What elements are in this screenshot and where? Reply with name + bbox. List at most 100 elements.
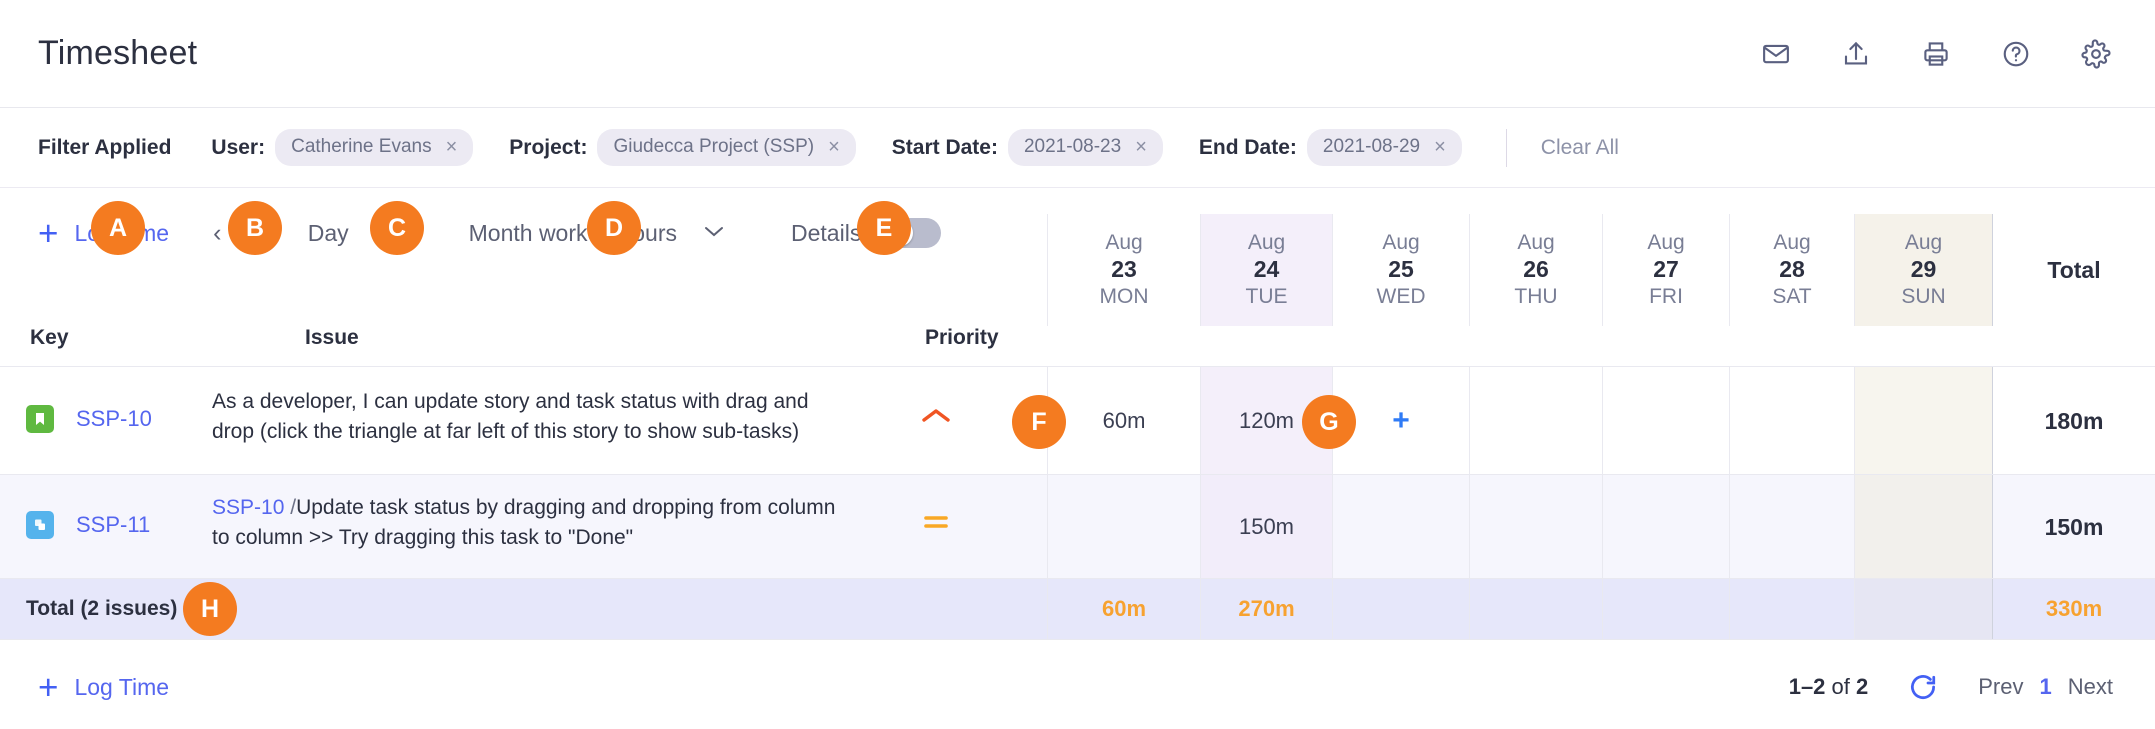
close-icon[interactable]: ×: [1135, 137, 1147, 157]
issue-key-link[interactable]: SSP-11: [76, 512, 150, 538]
day-header-4[interactable]: Aug 27 FRI: [1602, 214, 1729, 326]
help-icon[interactable]: [1999, 37, 2033, 71]
column-header-priority: Priority: [925, 326, 999, 350]
day-weekday: SAT: [1772, 285, 1811, 310]
filter-project-chip[interactable]: Giudecca Project (SSP) ×: [597, 129, 855, 166]
row-issue-cell: As a developer, I can update story and t…: [212, 387, 852, 447]
time-cell[interactable]: [1469, 475, 1602, 579]
day-weekday: THU: [1514, 285, 1557, 310]
upload-icon[interactable]: [1839, 37, 1873, 71]
day-weekday: MON: [1100, 285, 1149, 310]
pagination-range: 1–2: [1789, 674, 1826, 699]
annotation-badge-h: H: [183, 582, 237, 636]
refresh-icon[interactable]: [1908, 672, 1938, 702]
close-icon[interactable]: ×: [446, 137, 458, 157]
pagination-prev[interactable]: Prev: [1978, 674, 2023, 700]
pagination-page-1[interactable]: 1: [2040, 674, 2052, 700]
time-cell[interactable]: [1047, 475, 1200, 579]
filter-start-date-label: Start Date:: [892, 136, 998, 160]
day-header-2[interactable]: Aug 25 WED: [1332, 214, 1469, 326]
table-row[interactable]: SSP-11 SSP-10 /Update task status by dra…: [0, 475, 2155, 579]
column-header-issue: Issue: [305, 326, 359, 350]
filter-bar: Filter Applied User: Catherine Evans × P…: [0, 108, 2155, 188]
grand-total: 330m: [1992, 579, 2155, 639]
day-number: 28: [1779, 255, 1805, 284]
total-day-cell: [1469, 579, 1602, 639]
plus-icon: +: [38, 670, 58, 705]
time-cell[interactable]: 60m: [1047, 367, 1200, 475]
subtask-icon: [26, 511, 54, 539]
close-icon[interactable]: ×: [1434, 137, 1446, 157]
time-cell[interactable]: [1602, 367, 1729, 475]
time-cell[interactable]: [1602, 475, 1729, 579]
time-cell[interactable]: [1729, 367, 1854, 475]
day-weekday: FRI: [1649, 285, 1683, 310]
filter-applied-label: Filter Applied: [38, 136, 171, 160]
day-header-6[interactable]: Aug 29 SUN: [1854, 214, 1992, 326]
app-header: Timesheet: [0, 0, 2155, 108]
total-column-header: Total: [1992, 214, 2155, 326]
time-cell[interactable]: [1332, 475, 1469, 579]
filter-user-value: Catherine Evans: [291, 136, 431, 158]
filter-start-date-value: 2021-08-23: [1024, 136, 1121, 158]
totals-row: Total (2 issues) 60m 270m 330m: [0, 579, 2155, 639]
pagination-nav: Prev 1 Next: [1978, 674, 2113, 700]
row-key-cell: SSP-10: [26, 405, 152, 433]
filter-project-label: Project:: [509, 136, 587, 160]
day-header-0[interactable]: Aug 23 MON: [1047, 214, 1200, 326]
table-row[interactable]: SSP-10 As a developer, I can update stor…: [0, 367, 2155, 475]
time-cell[interactable]: 150m: [1200, 475, 1332, 579]
time-cell[interactable]: [1469, 367, 1602, 475]
timesheet-page: Timesheet: [0, 0, 2155, 729]
plus-icon[interactable]: +: [1392, 406, 1410, 436]
annotation-badge-a: A: [91, 201, 145, 255]
day-header-1[interactable]: Aug 24 TUE: [1200, 214, 1332, 326]
day-number: 27: [1653, 255, 1679, 284]
log-time-button-bottom[interactable]: + Log Time: [38, 670, 169, 705]
filter-end-date: End Date: 2021-08-29 ×: [1199, 129, 1462, 166]
table-column-headers: Key Issue Priority: [0, 326, 1047, 366]
annotation-badge-c: C: [370, 201, 424, 255]
annotation-badge-d: D: [587, 201, 641, 255]
annotation-badge-b: B: [228, 201, 282, 255]
mail-icon[interactable]: [1759, 37, 1793, 71]
time-cell[interactable]: [1729, 475, 1854, 579]
gear-icon[interactable]: [2079, 37, 2113, 71]
close-icon[interactable]: ×: [828, 137, 840, 157]
day-month: Aug: [1248, 231, 1285, 256]
day-number: 23: [1111, 255, 1137, 284]
print-icon[interactable]: [1919, 37, 1953, 71]
annotation-badge-g: G: [1302, 395, 1356, 449]
total-day-cell: 60m: [1047, 579, 1200, 639]
filter-divider: [1506, 129, 1507, 167]
row-issue-cell: SSP-10 /Update task status by dragging a…: [212, 493, 852, 553]
time-cell[interactable]: [1854, 367, 1992, 475]
row-divider: [0, 639, 2155, 640]
annotation-badge-e: E: [857, 201, 911, 255]
day-weekday: TUE: [1246, 285, 1288, 310]
day-header-3[interactable]: Aug 26 THU: [1469, 214, 1602, 326]
issue-summary: As a developer, I can update story and t…: [212, 390, 809, 443]
filter-start-date-chip[interactable]: 2021-08-23 ×: [1008, 129, 1163, 166]
filter-user-chip[interactable]: Catherine Evans ×: [275, 129, 473, 166]
priority-high-icon: [906, 405, 966, 427]
footer: + Log Time 1–2 of 2 Prev 1 Next: [0, 645, 2155, 729]
details-label: Details: [791, 220, 861, 247]
parent-issue-link[interactable]: SSP-10: [212, 496, 284, 519]
day-month: Aug: [1647, 231, 1684, 256]
pagination-next[interactable]: Next: [2068, 674, 2113, 700]
day-number: 24: [1254, 255, 1280, 284]
time-cell[interactable]: [1854, 475, 1992, 579]
issue-key-link[interactable]: SSP-10: [76, 406, 152, 432]
day-number: 25: [1388, 255, 1414, 284]
clear-all-button[interactable]: Clear All: [1541, 136, 1619, 160]
filter-end-date-label: End Date:: [1199, 136, 1297, 160]
totals-label: Total (2 issues): [26, 597, 177, 621]
filter-project: Project: Giudecca Project (SSP) ×: [509, 129, 856, 166]
day-number: 29: [1911, 255, 1937, 284]
chevron-left-icon[interactable]: ‹: [213, 221, 221, 246]
day-weekday: SUN: [1901, 285, 1945, 310]
filter-end-date-chip[interactable]: 2021-08-29 ×: [1307, 129, 1462, 166]
header-actions: [1759, 37, 2113, 71]
day-header-5[interactable]: Aug 28 SAT: [1729, 214, 1854, 326]
